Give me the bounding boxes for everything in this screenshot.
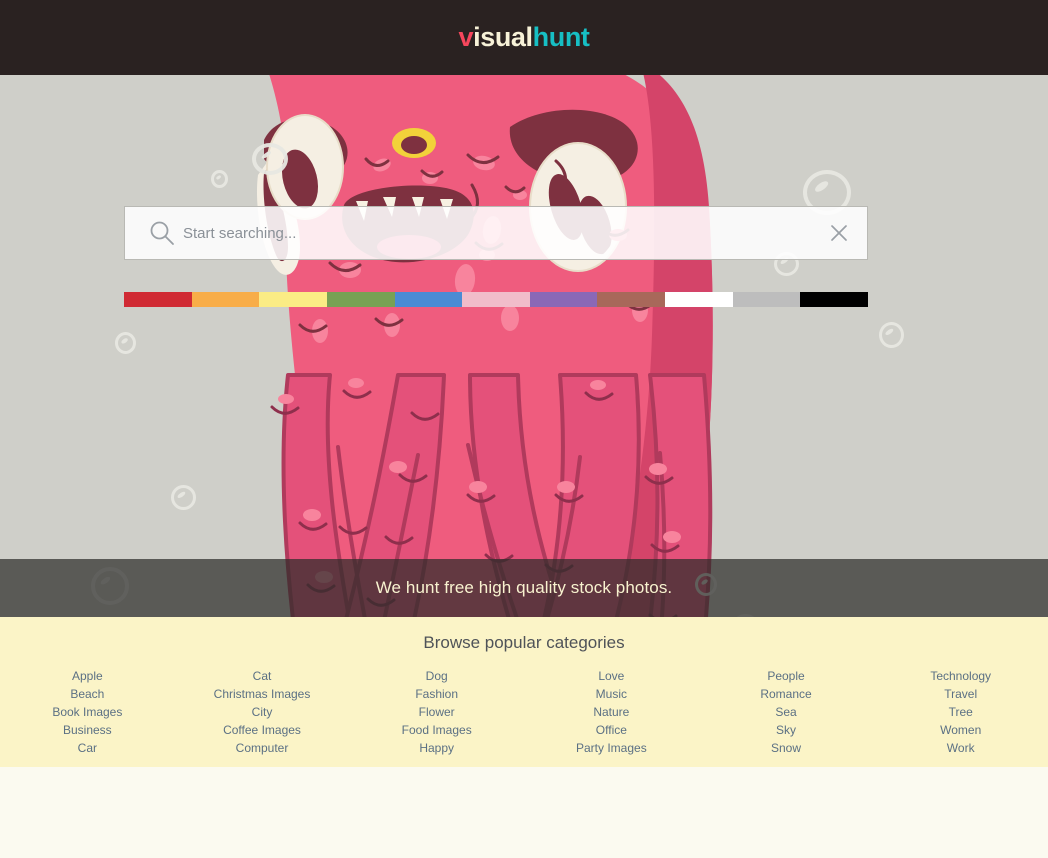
category-link-apple[interactable]: Apple — [72, 667, 103, 685]
category-link-people[interactable]: People — [767, 667, 804, 685]
bubble-decoration — [115, 332, 136, 354]
color-filter-red[interactable] — [124, 292, 192, 307]
category-link-business[interactable]: Business — [63, 721, 112, 739]
category-link-fashion[interactable]: Fashion — [415, 685, 458, 703]
color-filter-bar — [124, 292, 869, 307]
category-link-food-images[interactable]: Food Images — [402, 721, 472, 739]
search-area — [124, 206, 869, 307]
color-filter-orange[interactable] — [191, 292, 260, 307]
category-link-city[interactable]: City — [252, 703, 273, 721]
logo-part-hunt: hunt — [532, 22, 590, 52]
bubble-decoration — [879, 322, 904, 348]
category-link-work[interactable]: Work — [947, 739, 975, 757]
category-link-book-images[interactable]: Book Images — [52, 703, 122, 721]
category-link-romance[interactable]: Romance — [760, 685, 811, 703]
category-link-travel[interactable]: Travel — [944, 685, 977, 703]
category-link-flower[interactable]: Flower — [419, 703, 455, 721]
category-link-office[interactable]: Office — [596, 721, 627, 739]
categories-column: Apple Beach Book Images Business Car — [0, 667, 175, 757]
category-link-happy[interactable]: Happy — [419, 739, 454, 757]
categories-section: Browse popular categories Apple Beach Book… — [0, 617, 1048, 767]
search-icon — [150, 221, 174, 245]
categories-columns: Apple Beach Book Images Business Car Cat Chris… — [0, 667, 1048, 757]
tagline-text: We hunt free high quality stock photos. — [375, 578, 673, 597]
category-link-cat[interactable]: Cat — [253, 667, 272, 685]
bubble-decoration — [252, 143, 288, 175]
categories-column: People Romance Sea Sky Snow — [699, 667, 874, 757]
color-filter-yellow[interactable] — [259, 292, 327, 307]
color-filter-pink[interactable] — [462, 292, 530, 307]
category-link-technology[interactable]: Technology — [930, 667, 991, 685]
category-link-dog[interactable]: Dog — [426, 667, 448, 685]
categories-title: Browse popular categories — [423, 633, 625, 652]
clear-search-button[interactable] — [827, 221, 851, 245]
tagline-banner: We hunt free high quality stock photos. — [0, 559, 1048, 617]
site-logo[interactable]: visualhunt — [458, 24, 589, 51]
color-filter-white[interactable] — [665, 292, 733, 307]
search-box[interactable] — [124, 206, 868, 260]
categories-column: Dog Fashion Flower Food Images Happy — [349, 667, 524, 757]
color-filter-purple[interactable] — [529, 292, 598, 307]
close-x-icon — [831, 225, 847, 241]
color-filter-black[interactable] — [800, 292, 869, 307]
category-link-coffee-images[interactable]: Coffee Images — [223, 721, 301, 739]
color-filter-brown[interactable] — [597, 292, 666, 307]
logo-part-isual: isual — [473, 22, 533, 52]
hero-section: We hunt free high quality stock photos. — [0, 75, 1048, 617]
category-link-women[interactable]: Women — [940, 721, 981, 739]
category-link-beach[interactable]: Beach — [70, 685, 104, 703]
color-filter-blue[interactable] — [394, 292, 463, 307]
category-link-party-images[interactable]: Party Images — [576, 739, 647, 757]
categories-column: Love Music Nature Office Party Images — [524, 667, 699, 757]
category-link-christmas-images[interactable]: Christmas Images — [214, 685, 311, 703]
bubble-decoration — [171, 485, 196, 510]
footer-strip — [0, 767, 1048, 858]
category-link-music[interactable]: Music — [596, 685, 627, 703]
site-header: visualhunt — [0, 0, 1048, 75]
search-input[interactable] — [125, 207, 867, 259]
category-link-car[interactable]: Car — [78, 739, 97, 757]
category-link-snow[interactable]: Snow — [771, 739, 801, 757]
category-link-sky[interactable]: Sky — [776, 721, 796, 739]
categories-column: Cat Christmas Images City Coffee Images Comp… — [175, 667, 350, 757]
bubble-decoration — [211, 170, 228, 188]
category-link-computer[interactable]: Computer — [236, 739, 289, 757]
category-link-tree[interactable]: Tree — [949, 703, 973, 721]
logo-part-v: v — [458, 22, 474, 52]
color-filter-gray[interactable] — [732, 292, 801, 307]
category-link-nature[interactable]: Nature — [593, 703, 629, 721]
categories-column: Technology Travel Tree Women Work — [873, 667, 1048, 757]
category-link-sea[interactable]: Sea — [775, 703, 796, 721]
category-link-love[interactable]: Love — [598, 667, 624, 685]
color-filter-green[interactable] — [326, 292, 395, 307]
